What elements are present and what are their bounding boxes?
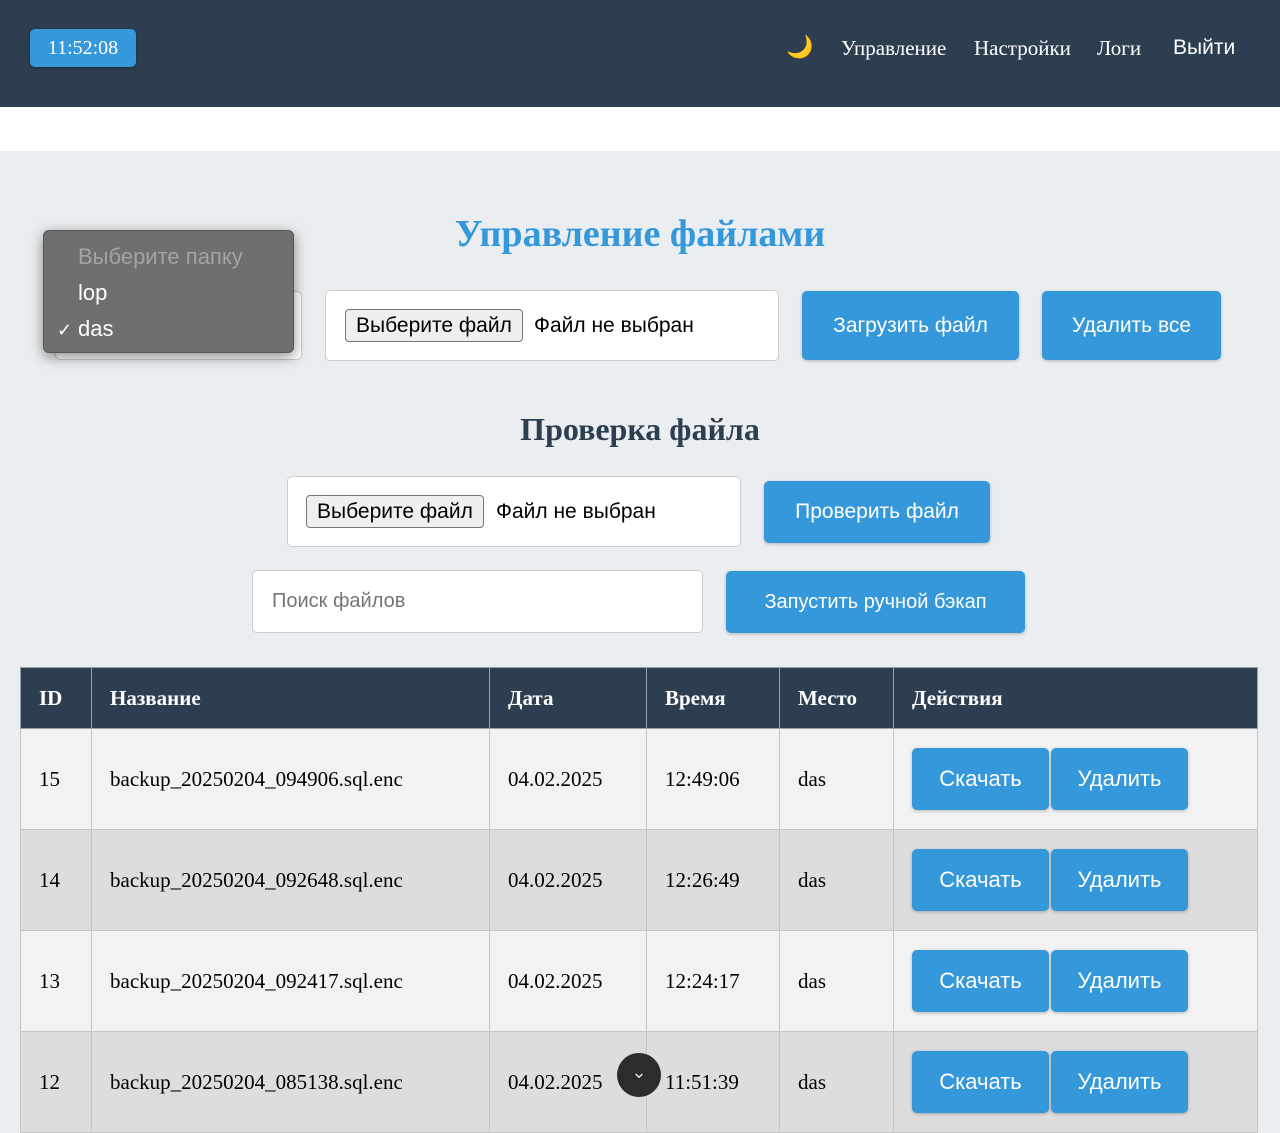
cell-name: backup_20250204_085138.sql.enc: [91, 1031, 490, 1133]
upload-file-input[interactable]: Выберите файл Файл не выбран: [325, 290, 779, 361]
header-spacer: [0, 107, 1280, 151]
table-row: 14 backup_20250204_092648.sql.enc 04.02.…: [20, 829, 1258, 931]
delete-button[interactable]: Удалить: [1051, 1051, 1188, 1113]
cell-actions: Скачать Удалить: [893, 829, 1258, 931]
download-button[interactable]: Скачать: [912, 748, 1049, 810]
cell-id: 15: [20, 728, 92, 830]
top-navbar: 11:52:08 🌙 Управление Настройки Логи Вый…: [0, 0, 1280, 107]
check-file-status-text: Файл не выбран: [496, 500, 656, 523]
choose-check-file-button[interactable]: Выберите файл: [306, 495, 484, 528]
column-header-actions: Действия: [893, 667, 1258, 729]
cell-name: backup_20250204_092417.sql.enc: [91, 930, 490, 1032]
dropdown-option-placeholder: Выберите папку: [78, 244, 243, 269]
cell-date: 04.02.2025: [489, 728, 647, 830]
download-button[interactable]: Скачать: [912, 849, 1049, 911]
cell-place: das: [779, 728, 894, 830]
cell-actions: Скачать Удалить: [893, 728, 1258, 830]
cell-name: backup_20250204_094906.sql.enc: [91, 728, 490, 830]
scroll-down-icon[interactable]: ⌄: [617, 1053, 661, 1097]
dropdown-option-lop[interactable]: lop: [78, 279, 107, 307]
cell-place: das: [779, 930, 894, 1032]
cell-time: 12:26:49: [646, 829, 780, 931]
choose-file-button[interactable]: Выберите файл: [345, 309, 523, 342]
cell-name: backup_20250204_092648.sql.enc: [91, 829, 490, 931]
cell-time: 11:51:39: [646, 1031, 780, 1133]
cell-actions: Скачать Удалить: [893, 930, 1258, 1032]
column-header-id: ID: [20, 667, 92, 729]
delete-button[interactable]: Удалить: [1051, 748, 1188, 810]
dropdown-option-das[interactable]: das: [78, 315, 113, 343]
nav-link-management[interactable]: Управление: [841, 34, 946, 62]
delete-all-button[interactable]: Удалить все: [1042, 291, 1221, 360]
cell-date: 04.02.2025: [489, 829, 647, 931]
download-button[interactable]: Скачать: [912, 1051, 1049, 1113]
cell-id: 12: [20, 1031, 92, 1133]
manual-backup-button[interactable]: Запустить ручной бэкап: [726, 571, 1025, 633]
clock-badge: 11:52:08: [30, 29, 136, 67]
check-file-button[interactable]: Проверить файл: [764, 481, 990, 543]
cell-time: 12:49:06: [646, 728, 780, 830]
logout-link[interactable]: Выйти: [1173, 34, 1235, 62]
file-status-text: Файл не выбран: [534, 314, 694, 337]
cell-place: das: [779, 1031, 894, 1133]
table-row: 15 backup_20250204_094906.sql.enc 04.02.…: [20, 728, 1258, 830]
nav-link-settings[interactable]: Настройки: [974, 34, 1071, 62]
moon-icon[interactable]: 🌙: [786, 34, 813, 60]
cell-date: 04.02.2025: [489, 930, 647, 1032]
download-button[interactable]: Скачать: [912, 950, 1049, 1012]
cell-actions: Скачать Удалить: [893, 1031, 1258, 1133]
cell-id: 13: [20, 930, 92, 1032]
check-section-title: Проверка файла: [520, 411, 760, 447]
nav-link-logs[interactable]: Логи: [1097, 34, 1141, 62]
cell-time: 12:24:17: [646, 930, 780, 1032]
checkmark-icon: ✓: [57, 320, 73, 341]
column-header-date: Дата: [489, 667, 647, 729]
table-row: 13 backup_20250204_092417.sql.enc 04.02.…: [20, 930, 1258, 1032]
cell-place: das: [779, 829, 894, 931]
check-file-input[interactable]: Выберите файл Файл не выбран: [287, 476, 741, 547]
cell-id: 14: [20, 829, 92, 931]
column-header-place: Место: [779, 667, 894, 729]
column-header-time: Время: [646, 667, 780, 729]
delete-button[interactable]: Удалить: [1051, 849, 1188, 911]
folder-dropdown-menu: Выберите папку lop ✓ das: [43, 230, 294, 353]
search-input[interactable]: Поиск файлов: [252, 570, 703, 633]
table-header-row: ID Название Дата Время Место Действия: [20, 667, 1258, 729]
column-header-name: Название: [91, 667, 490, 729]
delete-button[interactable]: Удалить: [1051, 950, 1188, 1012]
upload-file-button[interactable]: Загрузить файл: [802, 291, 1019, 360]
